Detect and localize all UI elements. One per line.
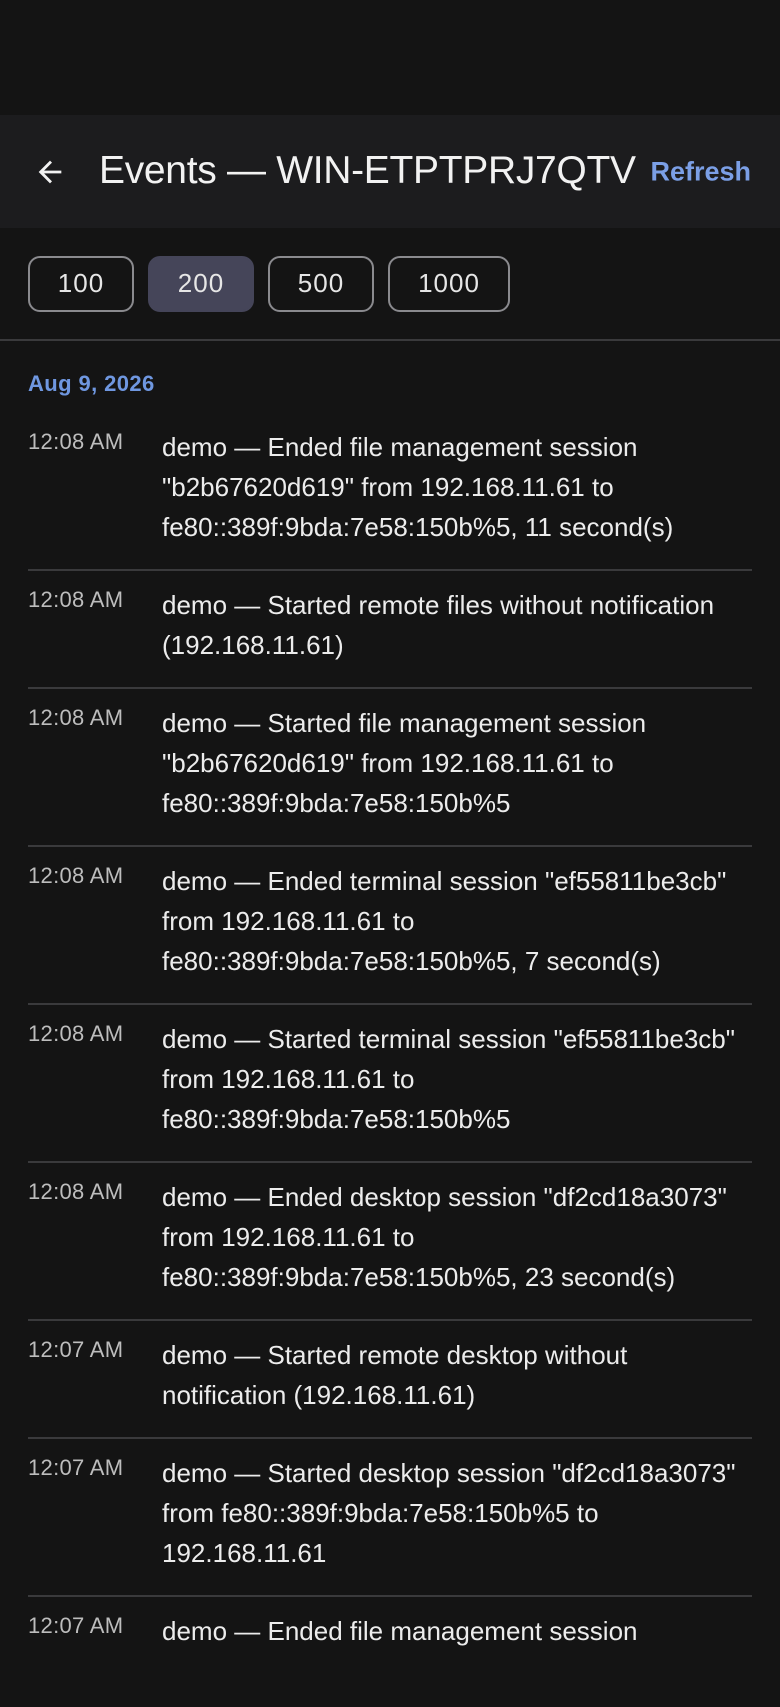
event-time: 12:08 AM <box>28 1179 124 1204</box>
status-bar-area <box>0 0 780 115</box>
limit-filter-row: 100 200 500 1000 <box>0 228 780 341</box>
event-text: demo — Started file management session "… <box>162 708 647 818</box>
event-row: 12:07 AM demo — Ended file management se… <box>28 1597 752 1673</box>
event-time: 12:08 AM <box>28 587 124 612</box>
event-row: 12:08 AM demo — Started terminal session… <box>28 1005 752 1163</box>
event-text: demo — Ended terminal session "ef55811be… <box>162 866 727 976</box>
event-time: 12:08 AM <box>28 429 124 454</box>
event-row: 12:07 AM demo — Started desktop session … <box>28 1439 752 1597</box>
event-time: 12:08 AM <box>28 863 124 888</box>
limit-chip-500[interactable]: 500 <box>268 255 374 312</box>
events-list[interactable]: Aug 9, 2026 12:08 AM demo — Ended file m… <box>0 341 780 1673</box>
event-row: 12:08 AM demo — Started file management … <box>28 689 752 847</box>
event-row: 12:08 AM demo — Ended file management se… <box>28 413 752 571</box>
event-time: 12:08 AM <box>28 705 124 730</box>
limit-chip-1000[interactable]: 1000 <box>388 255 510 312</box>
limit-chip-200[interactable]: 200 <box>148 255 254 312</box>
event-row: 12:08 AM demo — Started remote files wit… <box>28 571 752 689</box>
event-row: 12:07 AM demo — Started remote desktop w… <box>28 1321 752 1439</box>
event-time: 12:07 AM <box>28 1455 124 1480</box>
page-title: Events — WIN-ETPTPRJ7QTV <box>99 148 636 192</box>
arrow-left-icon <box>38 160 62 183</box>
refresh-button[interactable]: Refresh <box>650 156 751 187</box>
event-row: 12:08 AM demo — Ended desktop session "d… <box>28 1163 752 1321</box>
event-text: demo — Started remote desktop without no… <box>162 1340 628 1410</box>
date-header: Aug 9, 2026 <box>28 371 155 396</box>
event-time: 12:08 AM <box>28 1021 124 1046</box>
event-text: demo — Ended file management session "b2… <box>162 432 674 542</box>
event-time: 12:07 AM <box>28 1613 124 1638</box>
event-text: demo — Ended file management session <box>162 1616 638 1646</box>
event-text: demo — Started desktop session "df2cd18a… <box>162 1458 736 1568</box>
app-bar: Events — WIN-ETPTPRJ7QTV Refresh <box>0 115 780 228</box>
event-text: demo — Started remote files without noti… <box>162 590 715 660</box>
event-text: demo — Ended desktop session "df2cd18a30… <box>162 1182 727 1292</box>
event-time: 12:07 AM <box>28 1337 124 1362</box>
event-text: demo — Started terminal session "ef55811… <box>162 1024 735 1134</box>
back-button[interactable] <box>30 152 70 192</box>
limit-chip-100[interactable]: 100 <box>28 255 134 312</box>
event-row: 12:08 AM demo — Ended terminal session "… <box>28 847 752 1005</box>
